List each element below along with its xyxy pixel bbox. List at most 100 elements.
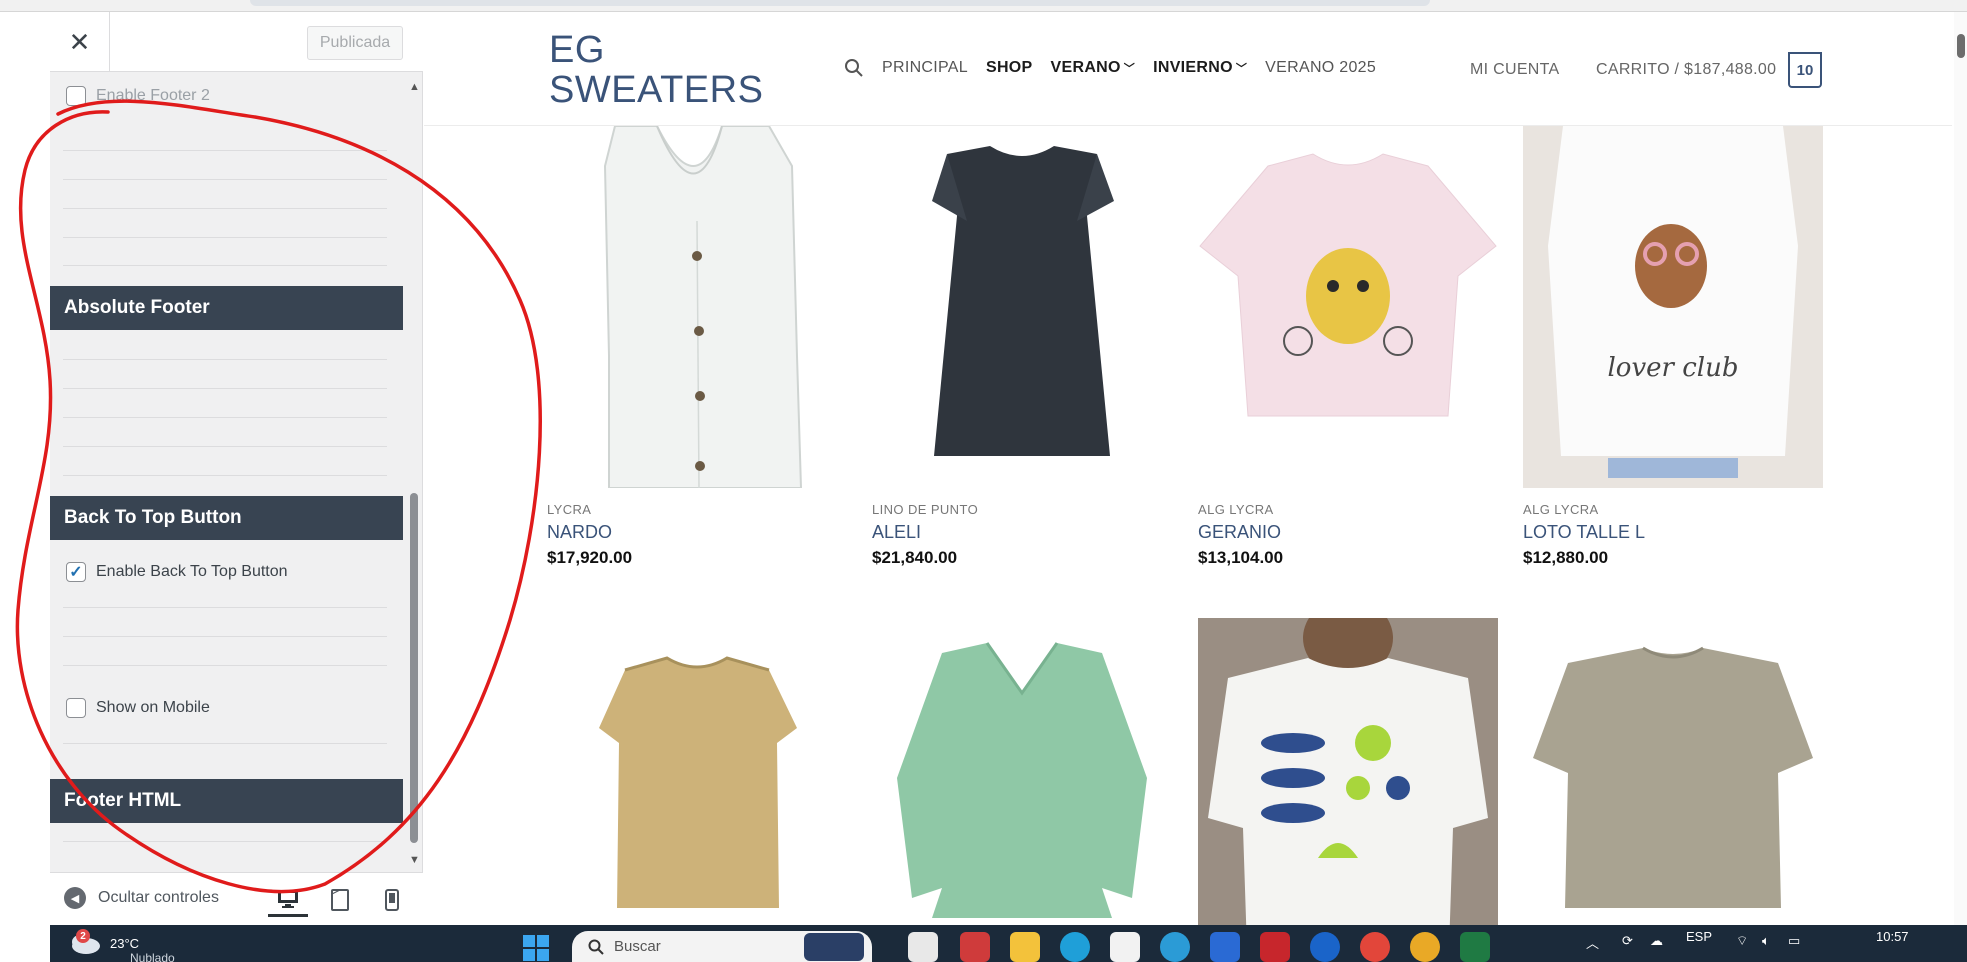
tablet-icon bbox=[331, 889, 349, 911]
hp-icon[interactable] bbox=[1310, 932, 1340, 962]
my-account-link[interactable]: MI CUENTA bbox=[1470, 61, 1560, 79]
edge-icon[interactable] bbox=[1060, 932, 1090, 962]
address-bar-edge[interactable] bbox=[250, 0, 1430, 6]
divider bbox=[63, 743, 387, 744]
language-indicator[interactable]: ESP bbox=[1686, 929, 1712, 944]
screen: ✕ Publicada Enable Footer 2 Absolute Foo… bbox=[0, 0, 1967, 962]
show-on-mobile-checkbox[interactable]: Show on Mobile bbox=[66, 698, 210, 718]
product-image[interactable] bbox=[872, 618, 1172, 962]
scrollbar-thumb[interactable] bbox=[1957, 34, 1965, 58]
divider bbox=[63, 179, 387, 180]
product-price: $13,104.00 bbox=[1198, 548, 1284, 567]
excel-icon[interactable] bbox=[1460, 932, 1490, 962]
main-nav: PRINCIPAL SHOP VERANO ﹀ INVIERNO ﹀ VERANO … bbox=[844, 58, 1376, 78]
product-image[interactable] bbox=[872, 126, 1172, 488]
enable-footer-2-checkbox[interactable]: Enable Footer 2 bbox=[66, 86, 210, 106]
customizer-scrollbar[interactable]: ▲ ▼ bbox=[409, 81, 420, 866]
site-logo[interactable]: EG SWEATERS bbox=[549, 30, 763, 110]
product-print-text: lover club bbox=[1607, 353, 1738, 383]
nav-item-invierno[interactable]: INVIERNO ﹀ bbox=[1153, 59, 1247, 77]
checkmark-icon: ✓ bbox=[69, 564, 83, 581]
section-absolute-footer: Absolute Footer bbox=[50, 286, 403, 330]
close-customizer-button[interactable]: ✕ bbox=[50, 12, 110, 72]
product-price: $12,880.00 bbox=[1523, 548, 1609, 567]
site-preview: EG SWEATERS PRINCIPAL SHOP VERANO ﹀ INVIE… bbox=[424, 12, 1967, 962]
product-image[interactable] bbox=[547, 618, 847, 962]
close-icon: ✕ bbox=[68, 26, 91, 57]
task-view-icon[interactable] bbox=[908, 932, 938, 962]
mobile-preview-button[interactable] bbox=[372, 883, 412, 917]
search-highlight-icon bbox=[804, 933, 864, 961]
temperature: 23°C bbox=[110, 935, 140, 951]
battery-icon[interactable]: ▭ bbox=[1788, 933, 1800, 949]
cart-count-badge[interactable]: 10 bbox=[1788, 52, 1822, 88]
taskbar-search[interactable]: Buscar bbox=[572, 931, 872, 962]
divider bbox=[63, 665, 387, 666]
page-scrollbar[interactable] bbox=[1954, 12, 1967, 925]
app-icon[interactable] bbox=[1160, 932, 1190, 962]
product-name[interactable]: GERANIO bbox=[1198, 522, 1281, 543]
product-image[interactable] bbox=[547, 126, 847, 488]
sync-icon[interactable]: ⟳ bbox=[1622, 933, 1633, 949]
divider bbox=[63, 265, 387, 266]
product-category: LYCRA bbox=[547, 502, 592, 517]
divider bbox=[63, 150, 387, 151]
divider bbox=[63, 841, 387, 842]
weather-widget[interactable]: 2 23°C Nublado bbox=[68, 929, 175, 962]
product-image[interactable]: lover club bbox=[1523, 126, 1823, 488]
product-category: LINO DE PUNTO bbox=[872, 502, 979, 517]
product-name[interactable]: ALELI bbox=[872, 522, 921, 543]
logo-line-1: EG bbox=[549, 29, 605, 71]
product-image[interactable] bbox=[1523, 618, 1823, 962]
checkbox-box[interactable] bbox=[66, 698, 86, 718]
chrome-icon[interactable] bbox=[1410, 932, 1440, 962]
snipping-tool-icon[interactable] bbox=[960, 932, 990, 962]
enable-back-to-top-checkbox[interactable]: ✓ Enable Back To Top Button bbox=[66, 562, 288, 582]
divider bbox=[63, 607, 387, 608]
product-name[interactable]: NARDO bbox=[547, 522, 612, 543]
desktop-preview-button[interactable] bbox=[268, 883, 308, 917]
product-image[interactable] bbox=[1198, 126, 1498, 488]
nav-item-verano[interactable]: VERANO ﹀ bbox=[1051, 59, 1136, 77]
publish-button[interactable]: Publicada bbox=[307, 26, 403, 60]
desktop-icon bbox=[278, 889, 298, 908]
nav-item-shop[interactable]: SHOP bbox=[986, 59, 1033, 77]
divider bbox=[63, 208, 387, 209]
product-image[interactable] bbox=[1198, 618, 1498, 962]
store-icon[interactable] bbox=[1110, 932, 1140, 962]
mail-icon[interactable] bbox=[1210, 932, 1240, 962]
scroll-down-icon[interactable]: ▼ bbox=[409, 854, 420, 866]
search-placeholder: Buscar bbox=[614, 938, 661, 955]
cloud-tray-icon[interactable]: ☁ bbox=[1650, 933, 1663, 949]
weather-condition: Nublado bbox=[130, 951, 175, 962]
hide-controls-button[interactable]: ◀ Ocultar controles bbox=[64, 887, 219, 909]
browser-top-strip bbox=[0, 0, 1967, 12]
clock-time[interactable]: 10:57 bbox=[1876, 929, 1909, 944]
volume-icon[interactable]: 🔈︎ bbox=[1762, 933, 1770, 949]
collapse-icon: ◀ bbox=[64, 887, 86, 909]
scrollbar-thumb[interactable] bbox=[410, 493, 418, 843]
nav-item-principal[interactable]: PRINCIPAL bbox=[882, 59, 968, 77]
scroll-up-icon[interactable]: ▲ bbox=[409, 81, 420, 93]
gmail-icon[interactable] bbox=[1260, 932, 1290, 962]
customizer-panel: ✕ Publicada Enable Footer 2 Absolute Foo… bbox=[50, 12, 423, 925]
cart-link[interactable]: CARRITO / $187,488.00 bbox=[1596, 61, 1776, 79]
product-name[interactable]: LOTO TALLE L bbox=[1523, 522, 1645, 543]
left-margin bbox=[0, 12, 50, 925]
tray-chevron-icon[interactable]: ︿ bbox=[1586, 933, 1599, 952]
nav-item-invierno-label: INVIERNO bbox=[1153, 59, 1233, 76]
wifi-icon[interactable]: ⌔ bbox=[1736, 933, 1748, 949]
checkbox-box[interactable]: ✓ bbox=[66, 562, 86, 582]
windows-start-icon[interactable] bbox=[522, 934, 550, 962]
customizer-header: ✕ Publicada bbox=[50, 12, 423, 72]
search-icon[interactable] bbox=[844, 58, 864, 78]
windows-taskbar: 2 23°C Nublado Buscar ︿ ⟳ ☁ ESP ⌔ 🔈︎ ▭ 1… bbox=[50, 925, 1967, 962]
tablet-preview-button[interactable] bbox=[320, 883, 360, 917]
nav-item-verano-2025[interactable]: VERANO 2025 bbox=[1265, 59, 1376, 77]
file-explorer-icon[interactable] bbox=[1010, 932, 1040, 962]
enable-footer-2-label: Enable Footer 2 bbox=[96, 87, 210, 104]
checkbox-box[interactable] bbox=[66, 86, 86, 106]
enable-back-to-top-label: Enable Back To Top Button bbox=[96, 563, 288, 580]
chrome-profile-icon[interactable] bbox=[1360, 932, 1390, 962]
product-category: ALG LYCRA bbox=[1198, 502, 1274, 517]
